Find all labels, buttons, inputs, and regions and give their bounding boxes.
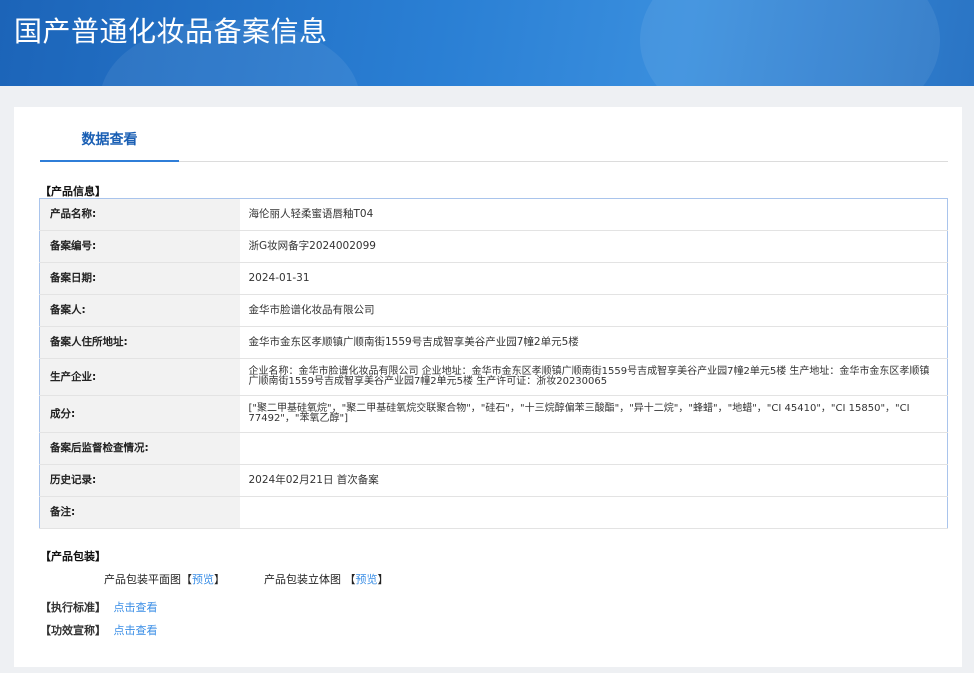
packaging-heading: 【产品包装】 <box>40 550 106 563</box>
row-label: 备案编号: <box>39 230 240 263</box>
packaging-3d-label: 产品包装立体图 <box>264 573 345 586</box>
packaging-3d: 产品包装立体图 【预览】 <box>264 571 389 587</box>
table-row: 备案人住所地址: 金华市金东区孝顺镇广顺南街1559号吉成智享美谷产业园7幢2单元… <box>39 326 948 359</box>
efficacy-label: 【功效宣称】 <box>40 624 106 637</box>
header-decoration <box>640 0 940 86</box>
standard-label: 【执行标准】 <box>40 601 106 614</box>
table-row: 备案编号: 浙G妆网备字2024002099 <box>39 230 948 263</box>
row-label: 生产企业: <box>39 358 240 396</box>
packaging-flat-label: 产品包装平面图 <box>104 573 181 586</box>
standard-view-link[interactable]: 点击查看 <box>114 601 158 614</box>
row-label: 备案人住所地址: <box>39 326 240 359</box>
row-label: 备案人: <box>39 294 240 327</box>
row-label: 备注: <box>39 496 240 529</box>
preview-flat-link[interactable]: 预览 <box>192 573 214 586</box>
table-row: 备注: <box>39 496 948 529</box>
row-value: ["聚二甲基硅氧烷"，"聚二甲基硅氧烷交联聚合物"，"硅石"，"十三烷醇偏苯三酸… <box>239 395 948 433</box>
packaging-flat: 产品包装平面图【预览】 <box>104 571 225 587</box>
row-label: 备案日期: <box>39 262 240 295</box>
tab-data-view[interactable]: 数据查看 <box>40 129 179 162</box>
row-label: 备案后监督检查情况: <box>39 432 240 465</box>
efficacy-view-link[interactable]: 点击查看 <box>114 624 158 637</box>
row-value: 2024-01-31 <box>239 262 948 295</box>
row-value: 金华市金东区孝顺镇广顺南街1559号吉成智享美谷产业园7幢2单元5楼 <box>239 326 948 359</box>
row-label: 成分: <box>39 395 240 433</box>
table-row: 备案人: 金华市脸谱化妆品有限公司 <box>39 294 948 327</box>
row-value <box>239 432 948 465</box>
row-value: 浙G妆网备字2024002099 <box>239 230 948 263</box>
efficacy-row: 【功效宣称】 点击查看 <box>40 622 158 638</box>
page-title: 国产普通化妆品备案信息 <box>14 15 328 48</box>
product-info-table: 产品名称: 海伦丽人轻柔蜜语唇釉T04 备案编号: 浙G妆网备字2024002099… <box>39 198 948 529</box>
table-row: 生产企业: 企业名称：金华市脸谱化妆品有限公司 企业地址：金华市金东区孝顺镇广顺南… <box>39 358 948 396</box>
product-info-heading: 【产品信息】 <box>40 185 106 198</box>
standard-row: 【执行标准】 点击查看 <box>40 599 158 615</box>
bracket: 】 <box>214 573 225 586</box>
page-header: 国产普通化妆品备案信息 <box>0 0 974 86</box>
row-value: 企业名称：金华市脸谱化妆品有限公司 企业地址：金华市金东区孝顺镇广顺南街1559… <box>239 358 948 396</box>
table-row: 产品名称: 海伦丽人轻柔蜜语唇釉T04 <box>39 198 948 231</box>
bracket: 【 <box>181 573 192 586</box>
table-row: 备案后监督检查情况: <box>39 432 948 465</box>
row-value: 2024年02月21日 首次备案 <box>239 464 948 497</box>
preview-3d-link[interactable]: 预览 <box>356 573 378 586</box>
table-row: 成分: ["聚二甲基硅氧烷"，"聚二甲基硅氧烷交联聚合物"，"硅石"，"十三烷醇偏… <box>39 395 948 433</box>
row-value <box>239 496 948 529</box>
tab-active-indicator <box>40 160 179 162</box>
row-label: 历史记录: <box>39 464 240 497</box>
row-value: 海伦丽人轻柔蜜语唇釉T04 <box>239 198 948 231</box>
table-row: 备案日期: 2024-01-31 <box>39 262 948 295</box>
row-label: 产品名称: <box>39 198 240 231</box>
content-card: 数据查看 【产品信息】 产品名称: 海伦丽人轻柔蜜语唇釉T04 备案编号: 浙G妆网… <box>14 107 962 667</box>
table-row: 历史记录: 2024年02月21日 首次备案 <box>39 464 948 497</box>
bracket: 【 <box>344 573 356 586</box>
row-value: 金华市脸谱化妆品有限公司 <box>239 294 948 327</box>
bracket: 】 <box>377 573 389 586</box>
